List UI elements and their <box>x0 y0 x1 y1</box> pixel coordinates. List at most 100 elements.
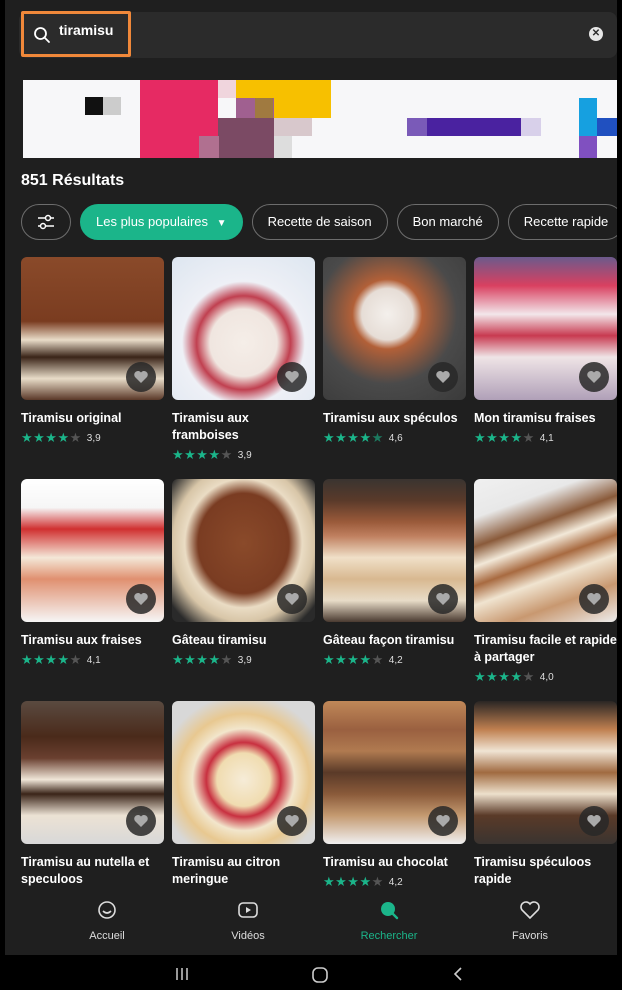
recipe-rating: ★★★★★ 4,1 <box>474 430 617 446</box>
recipe-card[interactable]: Tiramisu au chocolat ★★★★★ 4,2 <box>323 701 466 890</box>
heart-icon <box>520 901 540 920</box>
chevron-down-icon: ▼ <box>216 218 227 229</box>
recipe-card[interactable]: Tiramisu au citron meringue <box>172 701 315 888</box>
chip-quick[interactable]: Recette rapide <box>507 204 617 240</box>
nav-search-label: Rechercher <box>360 930 418 942</box>
chip-cheap[interactable]: Bon marché <box>396 204 499 240</box>
back-icon[interactable] <box>451 966 465 982</box>
stars-icon: ★★★★★ <box>474 669 535 684</box>
banner-pixel <box>579 98 597 136</box>
nav-favorites-label: Favoris <box>511 930 549 942</box>
recipe-title: Tiramisu au nutella et speculoos <box>21 855 150 886</box>
recipe-image <box>21 257 164 400</box>
recipe-card[interactable]: Tiramisu aux spéculos ★★★★★ 4,6 <box>323 257 466 446</box>
recipe-image <box>172 479 315 622</box>
favorite-heart-icon[interactable] <box>277 362 307 392</box>
banner-pixel <box>407 118 427 136</box>
banner-pixel <box>427 118 521 136</box>
favorite-heart-icon[interactable] <box>579 584 609 614</box>
recipe-image <box>474 479 617 622</box>
nav-favorites[interactable]: Favoris <box>480 898 580 942</box>
home-icon <box>98 901 116 919</box>
nav-home-label: Accueil <box>89 930 125 942</box>
recipe-card[interactable]: Tiramisu au nutella et speculoos <box>21 701 164 888</box>
recipe-title: Mon tiramisu fraises <box>474 411 596 425</box>
favorite-heart-icon[interactable] <box>428 584 458 614</box>
recipe-card[interactable]: Mon tiramisu fraises ★★★★★ 4,1 <box>474 257 617 446</box>
recipe-rating: ★★★★★ 3,9 <box>21 430 164 446</box>
stars-icon: ★★★★★ <box>21 430 82 445</box>
recipe-card[interactable]: Tiramisu spéculoos rapide <box>474 701 617 888</box>
recipe-image <box>172 701 315 844</box>
recipe-image <box>21 701 164 844</box>
banner-pixel <box>597 118 617 136</box>
rating-value: 3,9 <box>237 449 252 461</box>
recipe-card[interactable]: Tiramisu aux fraises ★★★★★ 4,1 <box>21 479 164 668</box>
rating-value: 4,2 <box>388 876 403 888</box>
banner-pixel <box>521 118 541 136</box>
search-icon <box>34 27 50 43</box>
sliders-icon <box>38 214 54 230</box>
app-screen: ✕ 851 Résultats Les plus popul <box>5 0 617 955</box>
recipe-title: Gâteau façon tiramisu <box>323 633 455 647</box>
recipe-rating: ★★★★★ 3,9 <box>172 447 315 463</box>
banner-pixel <box>218 118 274 158</box>
favorite-heart-icon[interactable] <box>579 806 609 836</box>
system-navigation-bar <box>0 955 622 990</box>
favorite-heart-icon[interactable] <box>277 806 307 836</box>
banner-pixel <box>255 98 273 118</box>
recipe-image <box>21 479 164 622</box>
nav-videos[interactable]: Vidéos <box>198 898 298 942</box>
stars-icon: ★★★★★ <box>323 874 384 889</box>
bottom-navigation: Accueil Vidéos Rechercher Favoris <box>5 890 617 955</box>
chip-seasonal[interactable]: Recette de saison <box>251 204 388 240</box>
banner-pixel <box>199 136 219 158</box>
recipe-card[interactable]: Tiramisu facile et rapide à partager ★★★… <box>474 479 617 685</box>
recipe-image <box>474 257 617 400</box>
favorite-heart-icon[interactable] <box>428 806 458 836</box>
favorite-heart-icon[interactable] <box>428 362 458 392</box>
recipe-card[interactable]: Tiramisu original ★★★★★ 3,9 <box>21 257 164 446</box>
home-button-icon[interactable] <box>311 966 329 984</box>
recipe-title: Tiramisu aux fraises <box>21 633 142 647</box>
banner-pixel <box>579 136 597 158</box>
search-input[interactable] <box>59 22 259 38</box>
nav-search[interactable]: Rechercher <box>339 898 439 942</box>
recipe-card[interactable]: Tiramisu aux framboises ★★★★★ 3,9 <box>172 257 315 463</box>
favorite-heart-icon[interactable] <box>277 584 307 614</box>
rating-value: 3,9 <box>237 654 252 666</box>
filter-settings-button[interactable] <box>21 204 71 240</box>
recipe-image <box>474 701 617 844</box>
nav-videos-label: Vidéos <box>231 930 265 942</box>
favorite-heart-icon[interactable] <box>126 362 156 392</box>
recipe-title: Tiramisu original <box>21 411 122 425</box>
rating-value: 3,9 <box>86 432 101 444</box>
favorite-heart-icon[interactable] <box>126 806 156 836</box>
recipe-rating: ★★★★★ 4,1 <box>21 652 164 668</box>
recipe-title: Tiramisu aux spéculos <box>323 411 458 425</box>
nav-home[interactable]: Accueil <box>57 898 157 942</box>
stars-icon: ★★★★★ <box>474 430 535 445</box>
recipe-rating: ★★★★★ 4,2 <box>323 874 466 890</box>
favorite-heart-icon[interactable] <box>126 584 156 614</box>
clear-search-icon[interactable]: ✕ <box>589 27 603 41</box>
stars-icon: ★★★★★ <box>323 652 384 667</box>
recipe-image <box>323 479 466 622</box>
recipe-card[interactable]: Gâteau tiramisu ★★★★★ 3,9 <box>172 479 315 668</box>
favorite-heart-icon[interactable] <box>579 362 609 392</box>
stars-icon: ★★★★★ <box>323 430 384 445</box>
chip-most-popular[interactable]: Les plus populaires ▼ <box>80 204 243 240</box>
stars-icon: ★★★★★ <box>21 652 82 667</box>
recipe-image <box>323 701 466 844</box>
recipe-title: Tiramisu aux framboises <box>172 411 249 442</box>
recent-apps-icon[interactable] <box>174 966 190 982</box>
rating-value: 4,1 <box>86 654 101 666</box>
recipe-title: Tiramisu au citron meringue <box>172 855 281 886</box>
ad-banner[interactable] <box>23 80 617 158</box>
banner-pixel <box>103 97 121 115</box>
recipe-title: Tiramisu facile et rapide à partager <box>474 633 617 664</box>
recipe-rating: ★★★★★ 4,0 <box>474 669 617 685</box>
banner-pixel <box>85 97 103 115</box>
recipe-image <box>172 257 315 400</box>
recipe-card[interactable]: Gâteau façon tiramisu ★★★★★ 4,2 <box>323 479 466 668</box>
